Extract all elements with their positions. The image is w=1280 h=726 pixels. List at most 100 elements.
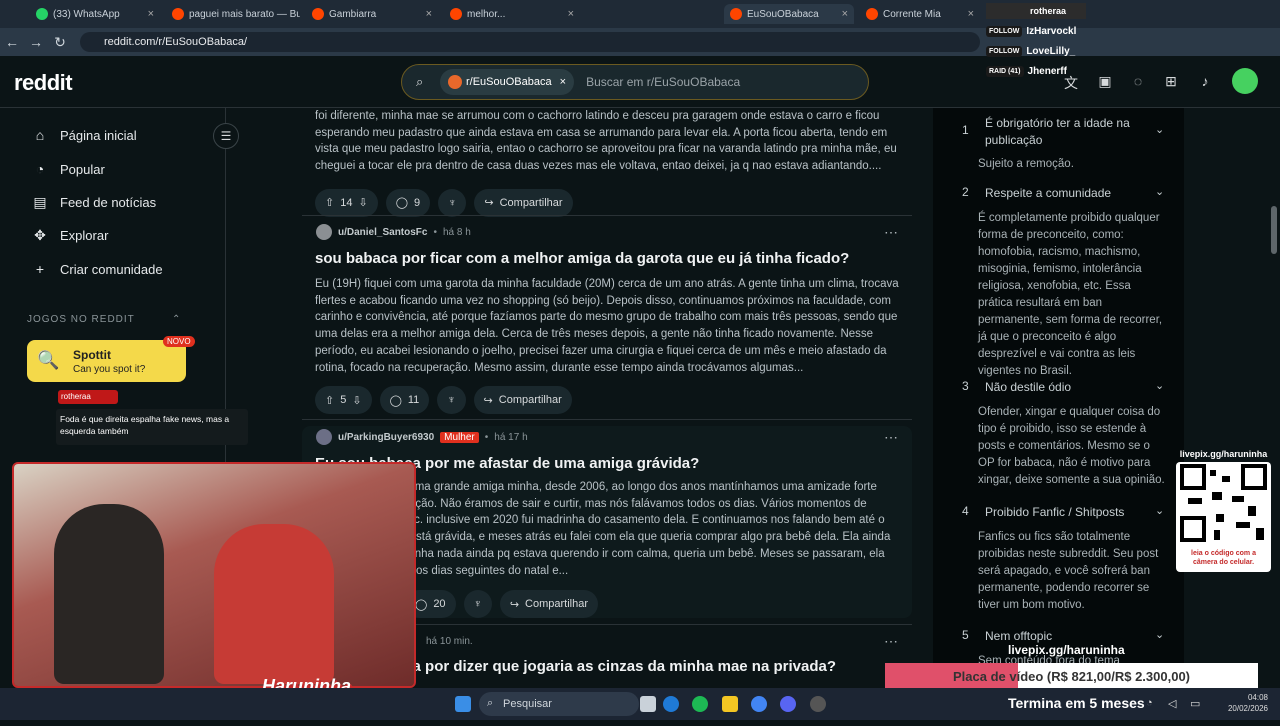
browser-tab[interactable]: Corrente Mia × xyxy=(860,4,980,24)
close-icon[interactable]: × xyxy=(568,8,574,20)
wifi-icon[interactable]: ◔ xyxy=(1146,697,1153,709)
collapse-sidebar-icon[interactable]: ☰ xyxy=(213,123,239,149)
award-button[interactable]: ♆ xyxy=(438,188,467,217)
post-card[interactable]: u/Daniel_SantosFc • há 8 h ⋯ sou babaca p… xyxy=(302,223,912,416)
explore-icon: ✥ xyxy=(34,227,46,243)
subreddit-avatar xyxy=(448,75,462,89)
spotify-icon[interactable] xyxy=(692,696,708,712)
task-view-icon[interactable] xyxy=(640,696,656,712)
rules-sidebar: 1 É obrigatório ter a idade na publicaçã… xyxy=(933,108,1184,720)
user-flair: Mulher xyxy=(440,431,479,443)
more-options-icon[interactable]: ⋯ xyxy=(884,633,898,650)
close-icon[interactable]: × xyxy=(842,8,848,20)
whatsapp-icon xyxy=(36,8,48,20)
chat-icon[interactable]: ◌ xyxy=(1129,73,1147,91)
magnifier-icon: 🔍 xyxy=(37,350,60,370)
search-bar[interactable]: ⌕ r/EuSouOBabaca × Buscar em r/EuSouOBab… xyxy=(401,64,869,100)
follow-alert: FOLLOW LoveLilly_ xyxy=(986,42,1096,60)
ads-icon[interactable]: ▣ xyxy=(1096,73,1114,91)
close-icon[interactable]: × xyxy=(560,76,566,88)
create-post-icon[interactable]: ⊞ xyxy=(1162,73,1180,91)
obs-icon[interactable] xyxy=(810,696,826,712)
taskbar-search[interactable]: ⌕ Pesquisar xyxy=(479,692,639,716)
spottit-game-card[interactable]: 🔍 Spottit Can you spot it? NOVO xyxy=(27,336,195,382)
upvote-icon[interactable]: ⇧ xyxy=(325,196,334,209)
close-icon[interactable]: × xyxy=(148,8,154,20)
sidebar-item-home[interactable]: ⌂ Página inicial xyxy=(32,120,137,150)
discord-icon[interactable] xyxy=(780,696,796,712)
sidebar-item-popular[interactable]: ◔ Popular xyxy=(32,154,105,184)
windows-taskbar: ⌕ Pesquisar Termina em 5 meses ◔ ◁ ▭ 04:… xyxy=(0,688,1280,720)
reddit-icon xyxy=(866,8,878,20)
chevron-down-icon[interactable]: ⌄ xyxy=(1155,185,1164,198)
url-field[interactable]: reddit.com/r/EuSouOBabaca/ xyxy=(80,32,980,52)
chevron-down-icon[interactable]: ⌄ xyxy=(1155,123,1164,136)
chevron-down-icon[interactable]: ⌄ xyxy=(1155,504,1164,517)
browser-tab[interactable]: (33) WhatsApp × xyxy=(30,4,160,24)
sidebar-item-explore[interactable]: ✥ Explorar xyxy=(32,220,108,250)
streamer-figure xyxy=(54,504,164,684)
windows-start-icon[interactable] xyxy=(455,696,471,712)
more-options-icon[interactable]: ⋯ xyxy=(884,429,898,446)
notifications-icon[interactable]: ♪ xyxy=(1196,73,1214,91)
volume-icon[interactable]: ◁ xyxy=(1168,697,1176,710)
livepix-label: livepix.gg/haruninha xyxy=(1179,449,1268,459)
sidebar-item-create-community[interactable]: + Criar comunidade xyxy=(32,254,163,284)
reddit-icon xyxy=(730,8,742,20)
chevron-up-icon[interactable]: ⌃ xyxy=(172,314,180,325)
share-button[interactable]: ↪ Compartilhar xyxy=(499,590,598,618)
avatar[interactable] xyxy=(316,224,332,240)
post-card[interactable]: foi diferente, minha mae se arrumou com … xyxy=(302,108,912,219)
share-button[interactable]: ↪ Compartilhar xyxy=(474,188,573,217)
reload-icon[interactable]: ↻ xyxy=(48,34,72,51)
avatar[interactable] xyxy=(316,429,332,445)
chrome-icon[interactable] xyxy=(751,696,767,712)
share-icon: ↪ xyxy=(509,598,520,611)
news-icon: ▤ xyxy=(33,194,47,210)
qr-code: leia o código com a câmera do celular. xyxy=(1176,462,1271,572)
search-input[interactable]: Buscar em r/EuSouOBabaca xyxy=(586,75,740,89)
chevron-down-icon[interactable]: ⌄ xyxy=(1155,628,1164,641)
comments-button[interactable]: ◯ 9 xyxy=(385,188,431,217)
comment-icon: ◯ xyxy=(415,598,428,611)
comments-button[interactable]: ◯ 11 xyxy=(379,386,430,415)
battery-icon[interactable]: ▭ xyxy=(1190,697,1200,710)
downvote-icon[interactable]: ⇩ xyxy=(352,394,361,407)
sidebar-item-news[interactable]: ▤ Feed de notícias xyxy=(32,187,156,217)
plus-icon: + xyxy=(35,261,45,277)
subreddit-chip[interactable]: r/EuSouOBabaca × xyxy=(440,69,575,95)
back-icon[interactable]: ← xyxy=(0,34,24,50)
scrollbar-thumb[interactable] xyxy=(1271,206,1277,254)
search-icon: ⌕ xyxy=(487,697,494,709)
file-explorer-icon[interactable] xyxy=(722,696,738,712)
share-button[interactable]: ↪ Compartilhar xyxy=(473,386,572,415)
post-body: Eu (19H) fiquei com uma garota da minha … xyxy=(315,278,899,374)
chat-message: Foda é que direita espalha fake news, ma… xyxy=(56,409,248,445)
reddit-logo[interactable]: reddit xyxy=(14,70,73,96)
forward-icon[interactable]: → xyxy=(24,34,48,50)
award-icon: ♆ xyxy=(447,394,456,407)
chevron-down-icon[interactable]: ⌄ xyxy=(1155,379,1164,392)
upvote-icon[interactable]: ⇧ xyxy=(325,394,334,407)
close-icon[interactable]: × xyxy=(426,8,432,20)
downvote-icon[interactable]: ⇩ xyxy=(358,196,367,209)
taskbar-clock[interactable]: 04:08 20/02/2026 xyxy=(1222,692,1268,714)
user-avatar[interactable] xyxy=(1232,68,1258,94)
more-options-icon[interactable]: ⋯ xyxy=(884,224,898,241)
livepix-link: livepix.gg/haruninha xyxy=(1008,643,1125,657)
edge-icon[interactable] xyxy=(663,696,679,712)
browser-tab[interactable]: paguei mais barato — Bu× xyxy=(166,4,300,24)
post-title[interactable]: sou babaca por ficar com a melhor amiga … xyxy=(302,250,912,267)
close-icon[interactable]: × xyxy=(968,8,974,20)
vote-control[interactable]: ⇧ 14 ⇩ xyxy=(315,188,378,217)
browser-tab[interactable]: melhor... × xyxy=(444,4,580,24)
reddit-icon xyxy=(312,8,324,20)
award-button[interactable]: ♆ xyxy=(463,590,492,618)
scrollbar[interactable] xyxy=(1270,108,1278,688)
browser-tab[interactable]: Gambiarra × xyxy=(306,4,438,24)
recent-sub-overlay: rotheraa xyxy=(986,3,1086,19)
vote-control[interactable]: ⇧ 5 ⇩ xyxy=(315,386,372,415)
award-button[interactable]: ♆ xyxy=(437,386,466,415)
follow-badge: FOLLOW xyxy=(986,25,1023,37)
browser-tab-active[interactable]: EuSouOBabaca × xyxy=(724,4,854,24)
